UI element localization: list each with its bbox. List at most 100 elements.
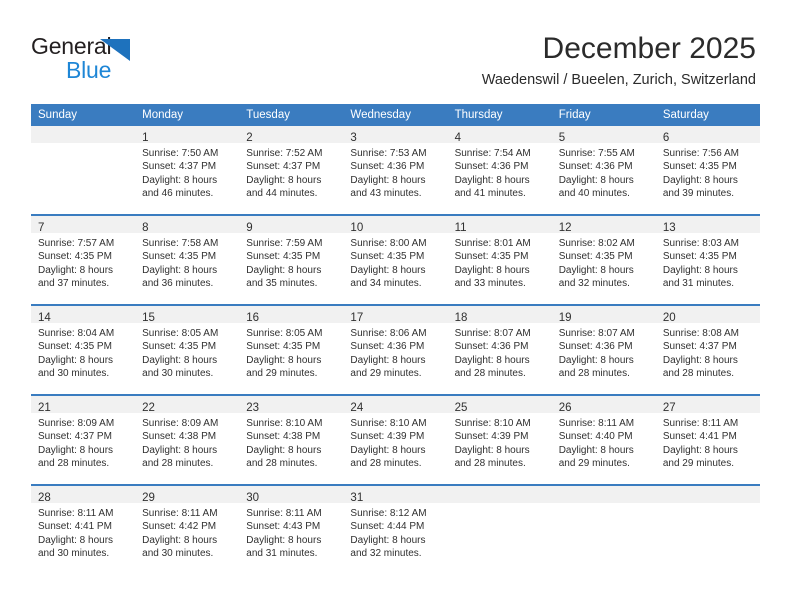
- day-number-band: 6: [655, 126, 760, 144]
- calendar-day-cell[interactable]: 21 Sunrise: 8:09 AM Sunset: 4:37 PM Dayligh…: [31, 394, 136, 485]
- day-cell-details: Sunrise: 8:11 AM Sunset: 4:41 PM Daylight:…: [656, 413, 760, 470]
- day-detail-line: Sunset: 4:39 PM: [350, 431, 425, 443]
- day-cell-details: Sunrise: 8:03 AM Sunset: 4:35 PM Daylight:…: [656, 233, 760, 290]
- day-detail-line: Sunrise: 8:01 AM: [454, 238, 531, 249]
- calendar-day-cell[interactable]: 20 Sunrise: 8:08 AM Sunset: 4:37 PM Dayligh…: [655, 304, 760, 395]
- title-block: December 2025 Waedenswil / Bueelen, Zuri…: [482, 30, 756, 89]
- calendar-day-cell[interactable]: 7 Sunrise: 7:57 AM Sunset: 4:35 PM Daylight…: [31, 214, 136, 305]
- calendar-day-cell-empty: [655, 484, 760, 574]
- calendar-day-cell[interactable]: 22 Sunrise: 8:09 AM Sunset: 4:38 PM Dayligh…: [135, 394, 240, 485]
- day-number-band: 27: [655, 396, 760, 414]
- day-detail-line: Sunrise: 7:54 AM: [454, 148, 531, 159]
- day-detail-line: and 31 minutes.: [662, 277, 735, 289]
- calendar-day-cell[interactable]: 4 Sunrise: 7:54 AM Sunset: 4:36 PM Daylight…: [447, 126, 552, 215]
- day-number-band: [447, 486, 552, 503]
- day-detail-line: Daylight: 8 hours: [662, 264, 738, 276]
- day-cell-details: Sunrise: 8:06 AM Sunset: 4:36 PM Daylight:…: [343, 323, 447, 380]
- logo-text-blue: Blue: [66, 57, 112, 83]
- calendar-day-cell[interactable]: 15 Sunrise: 8:05 AM Sunset: 4:35 PM Dayligh…: [135, 304, 240, 395]
- day-detail-line: Daylight: 8 hours: [454, 444, 530, 456]
- calendar-day-cell[interactable]: 2 Sunrise: 7:52 AM Sunset: 4:37 PM Daylight…: [239, 126, 344, 215]
- day-cell-details: [552, 503, 656, 507]
- day-number-band: 9: [239, 216, 344, 234]
- day-detail-line: and 28 minutes.: [454, 367, 526, 379]
- day-cell-inner: 27 Sunrise: 8:11 AM Sunset: 4:41 PM Dayligh…: [655, 396, 760, 484]
- day-cell-details: Sunrise: 7:53 AM Sunset: 4:36 PM Daylight:…: [343, 143, 447, 200]
- day-number-band: 7: [31, 216, 136, 234]
- day-cell-inner: 17 Sunrise: 8:06 AM Sunset: 4:36 PM Dayligh…: [343, 306, 448, 394]
- day-cell-inner: [447, 486, 552, 574]
- day-number-band: 18: [447, 306, 552, 324]
- day-cell-inner: 11 Sunrise: 8:01 AM Sunset: 4:35 PM Dayligh…: [447, 216, 552, 304]
- day-detail-line: and 46 minutes.: [142, 187, 214, 199]
- calendar-week-row: 1 Sunrise: 7:50 AM Sunset: 4:37 PM Daylight…: [31, 126, 760, 215]
- calendar-day-cell[interactable]: 31 Sunrise: 8:12 AM Sunset: 4:44 PM Dayligh…: [343, 484, 448, 574]
- calendar-day-cell[interactable]: 25 Sunrise: 8:10 AM Sunset: 4:39 PM Dayligh…: [447, 394, 552, 485]
- day-detail-line: and 40 minutes.: [558, 187, 630, 199]
- calendar-day-cell[interactable]: 13 Sunrise: 8:03 AM Sunset: 4:35 PM Dayligh…: [655, 214, 760, 305]
- day-detail-line: Sunset: 4:41 PM: [38, 521, 112, 533]
- calendar-week-row: 21 Sunrise: 8:09 AM Sunset: 4:37 PM Dayligh…: [31, 394, 760, 485]
- day-detail-line: Sunrise: 8:11 AM: [38, 508, 114, 519]
- day-number-band: 24: [343, 396, 448, 414]
- day-detail-line: and 28 minutes.: [662, 367, 735, 379]
- weekday-header-thursday: Thursday: [447, 104, 552, 126]
- day-number-band: 25: [447, 396, 552, 414]
- day-detail-line: Daylight: 8 hours: [38, 264, 114, 276]
- day-detail-line: Sunrise: 8:06 AM: [350, 328, 427, 339]
- day-cell-details: Sunrise: 7:59 AM Sunset: 4:35 PM Daylight:…: [239, 233, 343, 290]
- day-detail-line: Daylight: 8 hours: [454, 354, 530, 366]
- calendar-day-cell[interactable]: 12 Sunrise: 8:02 AM Sunset: 4:35 PM Dayligh…: [551, 214, 656, 305]
- day-detail-line: Daylight: 8 hours: [558, 444, 634, 456]
- day-cell-inner: 6 Sunrise: 7:56 AM Sunset: 4:35 PM Daylight…: [655, 126, 760, 214]
- day-detail-line: and 43 minutes.: [350, 187, 422, 199]
- calendar-day-cell[interactable]: 16 Sunrise: 8:05 AM Sunset: 4:35 PM Dayligh…: [239, 304, 344, 395]
- day-number: 23: [246, 402, 260, 414]
- day-detail-line: and 32 minutes.: [558, 277, 630, 289]
- day-detail-line: Sunrise: 8:04 AM: [38, 328, 115, 339]
- calendar-day-cell[interactable]: 24 Sunrise: 8:10 AM Sunset: 4:39 PM Dayligh…: [343, 394, 448, 485]
- day-cell-inner: 31 Sunrise: 8:12 AM Sunset: 4:44 PM Dayligh…: [343, 486, 448, 574]
- calendar-day-cell[interactable]: 11 Sunrise: 8:01 AM Sunset: 4:35 PM Dayligh…: [447, 214, 552, 305]
- day-cell-details: [448, 503, 552, 507]
- logo-general-blue[interactable]: General Blue: [31, 33, 221, 89]
- calendar-day-cell[interactable]: 8 Sunrise: 7:58 AM Sunset: 4:35 PM Daylight…: [135, 214, 240, 305]
- day-number-band: 5: [551, 126, 656, 144]
- day-number: 21: [38, 402, 51, 414]
- calendar-day-cell[interactable]: 14 Sunrise: 8:04 AM Sunset: 4:35 PM Dayligh…: [31, 304, 136, 395]
- calendar-day-cell[interactable]: 17 Sunrise: 8:06 AM Sunset: 4:36 PM Dayligh…: [343, 304, 448, 395]
- calendar-day-cell[interactable]: 27 Sunrise: 8:11 AM Sunset: 4:41 PM Dayligh…: [655, 394, 760, 485]
- day-number-band: 13: [655, 216, 760, 234]
- calendar-day-cell[interactable]: 26 Sunrise: 8:11 AM Sunset: 4:40 PM Dayligh…: [551, 394, 656, 485]
- day-detail-line: Daylight: 8 hours: [246, 174, 322, 186]
- day-detail-line: Sunset: 4:41 PM: [662, 431, 737, 443]
- calendar-day-cell[interactable]: 6 Sunrise: 7:56 AM Sunset: 4:35 PM Daylight…: [655, 126, 760, 215]
- day-detail-line: Daylight: 8 hours: [454, 264, 530, 276]
- day-detail-line: Daylight: 8 hours: [558, 174, 634, 186]
- day-cell-inner: 21 Sunrise: 8:09 AM Sunset: 4:37 PM Dayligh…: [31, 396, 136, 484]
- calendar-day-cell[interactable]: 28 Sunrise: 8:11 AM Sunset: 4:41 PM Dayligh…: [31, 484, 136, 574]
- calendar-day-cell[interactable]: 19 Sunrise: 8:07 AM Sunset: 4:36 PM Dayligh…: [551, 304, 656, 395]
- day-cell-inner: 16 Sunrise: 8:05 AM Sunset: 4:35 PM Dayligh…: [239, 306, 344, 394]
- day-detail-line: Sunrise: 8:09 AM: [38, 418, 115, 429]
- day-detail-line: Daylight: 8 hours: [142, 534, 218, 546]
- day-detail-line: Daylight: 8 hours: [350, 444, 426, 456]
- calendar-day-cell[interactable]: 18 Sunrise: 8:07 AM Sunset: 4:36 PM Dayligh…: [447, 304, 552, 395]
- day-cell-details: Sunrise: 7:57 AM Sunset: 4:35 PM Daylight:…: [31, 233, 135, 290]
- calendar-day-cell[interactable]: 30 Sunrise: 8:11 AM Sunset: 4:43 PM Dayligh…: [239, 484, 344, 574]
- calendar-day-cell[interactable]: 10 Sunrise: 8:00 AM Sunset: 4:35 PM Dayligh…: [343, 214, 448, 305]
- calendar-day-cell[interactable]: 1 Sunrise: 7:50 AM Sunset: 4:37 PM Daylight…: [135, 126, 240, 215]
- day-number-band: 8: [135, 216, 240, 234]
- calendar-day-cell-empty: [551, 484, 656, 574]
- calendar-day-cell[interactable]: 3 Sunrise: 7:53 AM Sunset: 4:36 PM Daylight…: [343, 126, 448, 215]
- calendar-day-cell[interactable]: 23 Sunrise: 8:10 AM Sunset: 4:38 PM Dayligh…: [239, 394, 344, 485]
- calendar-day-cell[interactable]: 5 Sunrise: 7:55 AM Sunset: 4:36 PM Daylight…: [551, 126, 656, 215]
- day-detail-line: Sunset: 4:36 PM: [558, 341, 633, 353]
- day-detail-line: Sunrise: 7:52 AM: [246, 148, 323, 159]
- day-detail-line: Sunset: 4:36 PM: [558, 161, 633, 173]
- day-detail-line: and 41 minutes.: [454, 187, 526, 199]
- calendar-day-cell[interactable]: 9 Sunrise: 7:59 AM Sunset: 4:35 PM Daylight…: [239, 214, 344, 305]
- calendar-day-cell[interactable]: 29 Sunrise: 8:11 AM Sunset: 4:42 PM Dayligh…: [135, 484, 240, 574]
- day-number: 8: [142, 222, 149, 234]
- day-detail-line: Sunset: 4:35 PM: [454, 251, 529, 263]
